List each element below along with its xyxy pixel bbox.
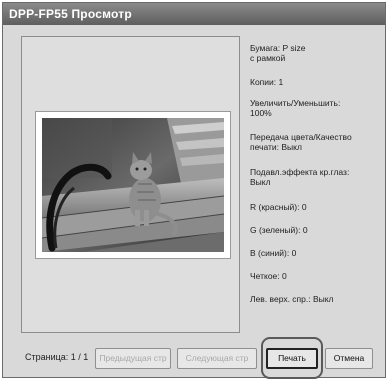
sharpness-setting: Четкое: 0 xyxy=(250,271,287,281)
red-eye-setting: Подавл.эффекта кр.глаз: Выкл xyxy=(250,167,350,187)
red-setting: R (красный): 0 xyxy=(250,202,307,212)
window-title: DPP-FP55 Просмотр xyxy=(3,3,385,25)
footer-bar: Страница: 1 / 1 Предыдущая стр Следующая… xyxy=(3,348,385,370)
upper-left-setting: Лев. верх. спр.: Выкл xyxy=(250,294,334,304)
color-quality-setting: Передача цвета/Качество печати: Выкл xyxy=(250,132,352,152)
next-page-button[interactable]: Следующая стр xyxy=(177,348,257,369)
blue-setting: B (синий): 0 xyxy=(250,248,297,258)
print-preview-pane xyxy=(21,36,240,333)
previous-page-button[interactable]: Предыдущая стр xyxy=(95,348,171,369)
page-indicator: Страница: 1 / 1 xyxy=(25,352,89,362)
green-setting: G (зеленый): 0 xyxy=(250,225,308,235)
cancel-button[interactable]: Отмена xyxy=(325,348,373,369)
zoom-setting: Увеличить/Уменьшить: 100% xyxy=(250,98,341,118)
photo-thumbnail xyxy=(42,118,224,252)
paper-setting: Бумага: P size с рамкой xyxy=(250,43,306,63)
paper-preview xyxy=(35,111,231,259)
print-button-highlight xyxy=(261,337,323,379)
preview-window: DPP-FP55 Просмотр Бумага: P size с рамко… xyxy=(2,2,386,379)
copies-setting: Копии: 1 xyxy=(250,77,284,87)
